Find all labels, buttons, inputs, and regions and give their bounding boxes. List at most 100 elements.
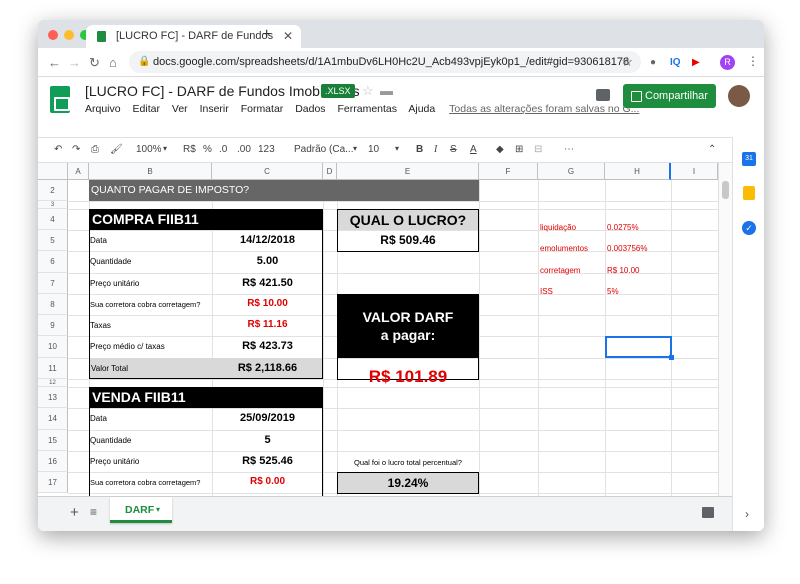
extension-icon[interactable]: ●: [650, 57, 656, 68]
profile-avatar[interactable]: R: [720, 55, 735, 70]
bold-icon[interactable]: B: [416, 144, 423, 155]
keep-icon[interactable]: [743, 186, 755, 200]
fill-color-icon[interactable]: ◆: [496, 144, 504, 155]
row-header[interactable]: 5: [38, 230, 68, 251]
all-sheets-icon[interactable]: ≡: [90, 505, 97, 519]
browser-menu-icon[interactable]: ⋮: [747, 54, 759, 68]
borders-icon[interactable]: ⊞: [515, 144, 523, 155]
menu-arquivo[interactable]: Arquivo: [85, 103, 121, 115]
menu-inserir[interactable]: Inserir: [200, 103, 229, 115]
url-field[interactable]: 🔒 docs.google.com/spreadsheets/d/1A1mbuD…: [129, 51, 641, 73]
youtube-extension-icon[interactable]: ▶: [692, 57, 700, 68]
print-icon[interactable]: ⎙: [91, 144, 99, 155]
column-header-d[interactable]: D: [323, 163, 337, 180]
compra-value[interactable]: 5.00: [212, 255, 323, 267]
row-header[interactable]: 12: [38, 379, 68, 387]
compra-value[interactable]: 14/12/2018: [212, 234, 323, 246]
spreadsheet-grid[interactable]: A B C D E F G H I 2 3 4 5 6 7 8 9 10 11 …: [38, 163, 718, 496]
more-options-icon[interactable]: ⋯: [564, 144, 574, 155]
paint-format-icon[interactable]: 🖌: [110, 144, 123, 155]
font-dropdown-icon[interactable]: ▾: [353, 144, 357, 153]
row-header[interactable]: 14: [38, 408, 68, 430]
minimize-window-button[interactable]: [64, 30, 74, 40]
compra-value[interactable]: R$ 421.50: [212, 277, 323, 289]
back-icon[interactable]: ←: [48, 55, 61, 70]
row-header[interactable]: 9: [38, 315, 68, 336]
increase-decimal-button[interactable]: .00: [237, 144, 251, 155]
column-header-g[interactable]: G: [538, 163, 605, 180]
calendar-icon[interactable]: 31: [742, 152, 756, 166]
compra-value[interactable]: R$ 2,118.66: [212, 362, 323, 374]
font-select[interactable]: Padrão (Ca...: [294, 144, 353, 155]
row-header[interactable]: 16: [38, 451, 68, 472]
compra-value[interactable]: R$ 423.73: [212, 340, 323, 352]
darf-value[interactable]: R$ 101.89: [337, 367, 479, 387]
param-value[interactable]: 0.0275%: [607, 223, 639, 232]
column-header-c[interactable]: C: [212, 163, 323, 180]
merge-cells-icon[interactable]: ⊟: [534, 144, 542, 155]
number-format-button[interactable]: 123: [258, 144, 275, 155]
row-header[interactable]: 2: [38, 180, 68, 201]
menu-ver[interactable]: Ver: [172, 103, 188, 115]
font-size-dropdown-icon[interactable]: ▾: [395, 144, 399, 153]
column-header-f[interactable]: F: [479, 163, 538, 180]
menu-ajuda[interactable]: Ajuda: [408, 103, 435, 115]
sheet-tab-dropdown-icon[interactable]: ▾: [156, 505, 160, 514]
currency-format-button[interactable]: R$: [183, 144, 196, 155]
add-sheet-icon[interactable]: +: [70, 504, 79, 521]
row-header[interactable]: 8: [38, 294, 68, 315]
saved-status-link[interactable]: Todas as alterações foram salvas no G...: [449, 103, 639, 115]
star-icon[interactable]: ☆: [362, 83, 374, 99]
compra-value[interactable]: R$ 10.00: [212, 298, 323, 309]
font-size-select[interactable]: 10: [368, 144, 379, 155]
new-tab-icon[interactable]: +: [262, 26, 271, 44]
text-color-icon[interactable]: A: [470, 144, 477, 155]
select-all-corner[interactable]: [38, 163, 68, 180]
row-header[interactable]: 11: [38, 358, 68, 379]
close-tab-icon[interactable]: ✕: [283, 29, 293, 43]
menu-formatar[interactable]: Formatar: [241, 103, 284, 115]
vertical-scrollbar[interactable]: [718, 163, 732, 496]
column-header-b[interactable]: B: [89, 163, 212, 180]
percent-format-button[interactable]: %: [203, 144, 212, 155]
venda-value[interactable]: 5: [212, 434, 323, 446]
row-header[interactable]: 4: [38, 209, 68, 230]
close-window-button[interactable]: [48, 30, 58, 40]
param-value[interactable]: 0.003756%: [607, 244, 647, 253]
row-header[interactable]: 10: [38, 336, 68, 358]
column-header-a[interactable]: A: [68, 163, 89, 180]
folder-icon[interactable]: ▬: [380, 83, 393, 98]
venda-value[interactable]: R$ 525.46: [212, 455, 323, 467]
zoom-dropdown-icon[interactable]: ▾: [163, 144, 167, 153]
venda-value[interactable]: 25/09/2019: [212, 412, 323, 424]
redo-icon[interactable]: ↷: [72, 144, 80, 155]
user-avatar[interactable]: [728, 85, 750, 107]
vertical-scroll-thumb[interactable]: [722, 181, 729, 199]
undo-icon[interactable]: ↶: [54, 144, 62, 155]
collapse-toolbar-icon[interactable]: ⌃: [708, 144, 716, 155]
document-title[interactable]: [LUCRO FC] - DARF de Fundos Imobiliários: [85, 83, 360, 99]
row-header[interactable]: 7: [38, 273, 68, 294]
home-icon[interactable]: ⌂: [109, 55, 117, 70]
menu-editar[interactable]: Editar: [133, 103, 160, 115]
menu-ferramentas[interactable]: Ferramentas: [337, 103, 397, 115]
iq-extension-icon[interactable]: IQ: [670, 57, 681, 68]
sheet-tab-darf[interactable]: DARF ▾: [110, 497, 172, 523]
comments-icon[interactable]: [596, 89, 610, 101]
column-header-e[interactable]: E: [337, 163, 479, 180]
forward-icon[interactable]: →: [68, 55, 81, 70]
param-value[interactable]: 5%: [607, 287, 619, 296]
fill-handle[interactable]: [669, 355, 674, 360]
row-header[interactable]: 15: [38, 430, 68, 451]
bookmark-star-icon[interactable]: ☆: [621, 54, 633, 70]
column-header-h[interactable]: H: [605, 163, 671, 180]
row-header[interactable]: 6: [38, 251, 68, 273]
zoom-select[interactable]: 100%: [136, 144, 162, 155]
row-header[interactable]: 13: [38, 387, 68, 408]
compra-value[interactable]: R$ 11.16: [212, 319, 323, 330]
expand-panel-icon[interactable]: ›: [745, 507, 749, 521]
reload-icon[interactable]: ↻: [89, 55, 100, 71]
strikethrough-icon[interactable]: S: [450, 144, 457, 155]
lucro-value[interactable]: R$ 509.46: [338, 233, 478, 247]
param-value[interactable]: R$ 10.00: [607, 266, 639, 275]
